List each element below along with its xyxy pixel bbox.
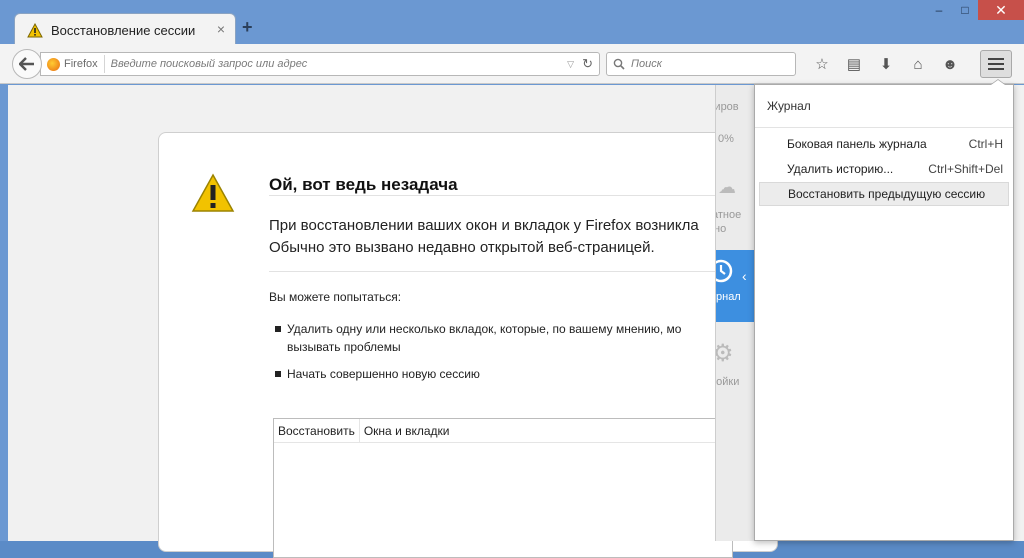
- home-icon[interactable]: ⌂: [902, 52, 934, 76]
- panel-header: Журнал: [767, 99, 811, 113]
- panel-arrow-inner: [991, 80, 1005, 85]
- error-message-line: Обычно это вызвано недавно открытой веб-…: [269, 239, 655, 256]
- error-box: Ой, вот ведь незадача При восстановлении…: [158, 132, 778, 558]
- history-panel: Журнал Боковая панель журнала Ctrl+H Уда…: [754, 84, 1014, 541]
- settings-gear-icon: ⚙: [716, 339, 752, 368]
- menu-item-label: Боковая панель журнала: [787, 137, 927, 151]
- search-icon: [613, 58, 625, 70]
- restore-previous-session-item[interactable]: Восстановить предыдущую сессию: [759, 182, 1009, 206]
- minimize-button[interactable]: ‒: [926, 0, 952, 20]
- url-bar[interactable]: Firefox Введите поисковый запрос или адр…: [40, 52, 600, 76]
- search-input[interactable]: Поиск: [631, 58, 662, 70]
- tab-strip: Восстановление сессии × + ‒ □ ✕: [0, 0, 1024, 46]
- bookmarks-list-icon[interactable]: ▤: [838, 52, 870, 76]
- divider: [755, 127, 1013, 128]
- new-tab-button[interactable]: +: [242, 17, 253, 38]
- close-tab-icon[interactable]: ×: [217, 21, 225, 37]
- table-header: Восстановить Окна и вкладки: [274, 419, 732, 443]
- menu-item-shortcut: Ctrl+Shift+Del: [928, 162, 1003, 176]
- divider: [269, 195, 729, 196]
- private-window-icon: ☁: [718, 177, 736, 197]
- try-label: Вы можете попытаться:: [269, 290, 402, 304]
- downloads-icon[interactable]: ⬇: [870, 52, 902, 76]
- bookmark-star-icon[interactable]: ☆: [806, 52, 838, 76]
- firefox-icon: [47, 57, 60, 71]
- reload-icon[interactable]: ↻: [582, 56, 593, 72]
- sidebar-fragment: но: [715, 223, 727, 235]
- error-message-line: При восстановлении ваших окон и вкладок …: [269, 217, 699, 234]
- hamburger-menu-button[interactable]: [980, 50, 1012, 78]
- identity-box[interactable]: Firefox: [47, 55, 105, 73]
- sidebar-fragment: ройки: [716, 376, 740, 388]
- chevron-left-icon: ‹: [742, 268, 747, 284]
- tab-title: Восстановление сессии: [51, 22, 196, 38]
- back-arrow-icon: [19, 57, 34, 71]
- history-sidebar-item[interactable]: Боковая панель журнала Ctrl+H: [759, 132, 1009, 156]
- nav-bar: Firefox Введите поисковый запрос или адр…: [0, 44, 1024, 84]
- url-input[interactable]: Введите поисковый запрос или адрес: [111, 58, 568, 70]
- search-bar[interactable]: Поиск: [606, 52, 796, 76]
- column-restore[interactable]: Восстановить: [274, 419, 360, 442]
- tab-session-restore[interactable]: Восстановление сессии ×: [14, 13, 236, 46]
- sidebar-fragment: лиров: [715, 101, 739, 113]
- list-item-continuation: вызывать проблемы: [287, 340, 401, 354]
- close-window-button[interactable]: ✕: [978, 0, 1024, 20]
- menu-panel-strip: лиров 0% ☁ атное но ‹ рнал ⚙ ройки: [715, 85, 755, 541]
- divider: [269, 271, 729, 272]
- history-menu-item-active[interactable]: ‹: [716, 250, 755, 322]
- smiley-icon[interactable]: ☻: [934, 52, 966, 76]
- error-title: Ой, вот ведь незадача: [269, 175, 458, 194]
- sidebar-fragment: рнал: [716, 291, 741, 303]
- identity-label: Firefox: [64, 58, 98, 70]
- browser-window: Восстановление сессии × + ‒ □ ✕ Firefox …: [0, 0, 1024, 558]
- list-item: Начать совершенно новую сессию: [275, 364, 480, 384]
- column-windows-tabs[interactable]: Окна и вкладки: [360, 419, 454, 442]
- restore-tree-table[interactable]: Восстановить Окна и вкладки: [273, 418, 733, 558]
- sidebar-fragment: атное: [716, 209, 742, 221]
- warning-icon: [191, 173, 235, 212]
- back-button[interactable]: [12, 49, 42, 79]
- maximize-button[interactable]: □: [952, 0, 978, 20]
- menu-item-label: Восстановить предыдущую сессию: [788, 187, 986, 201]
- toolbar-icons: ☆ ▤ ⬇ ⌂ ☻: [806, 52, 966, 76]
- menu-item-shortcut: Ctrl+H: [968, 137, 1003, 151]
- clock-icon: [716, 259, 733, 283]
- clear-history-item[interactable]: Удалить историю... Ctrl+Shift+Del: [759, 157, 1009, 181]
- warning-icon: [27, 22, 43, 37]
- url-dropdown-icon[interactable]: ▽: [567, 59, 574, 70]
- menu-item-label: Удалить историю...: [787, 162, 894, 176]
- list-item: Удалить одну или несколько вкладок, кото…: [275, 319, 681, 339]
- sidebar-fragment: 0%: [718, 133, 734, 145]
- window-controls: ‒ □ ✕: [926, 0, 1024, 20]
